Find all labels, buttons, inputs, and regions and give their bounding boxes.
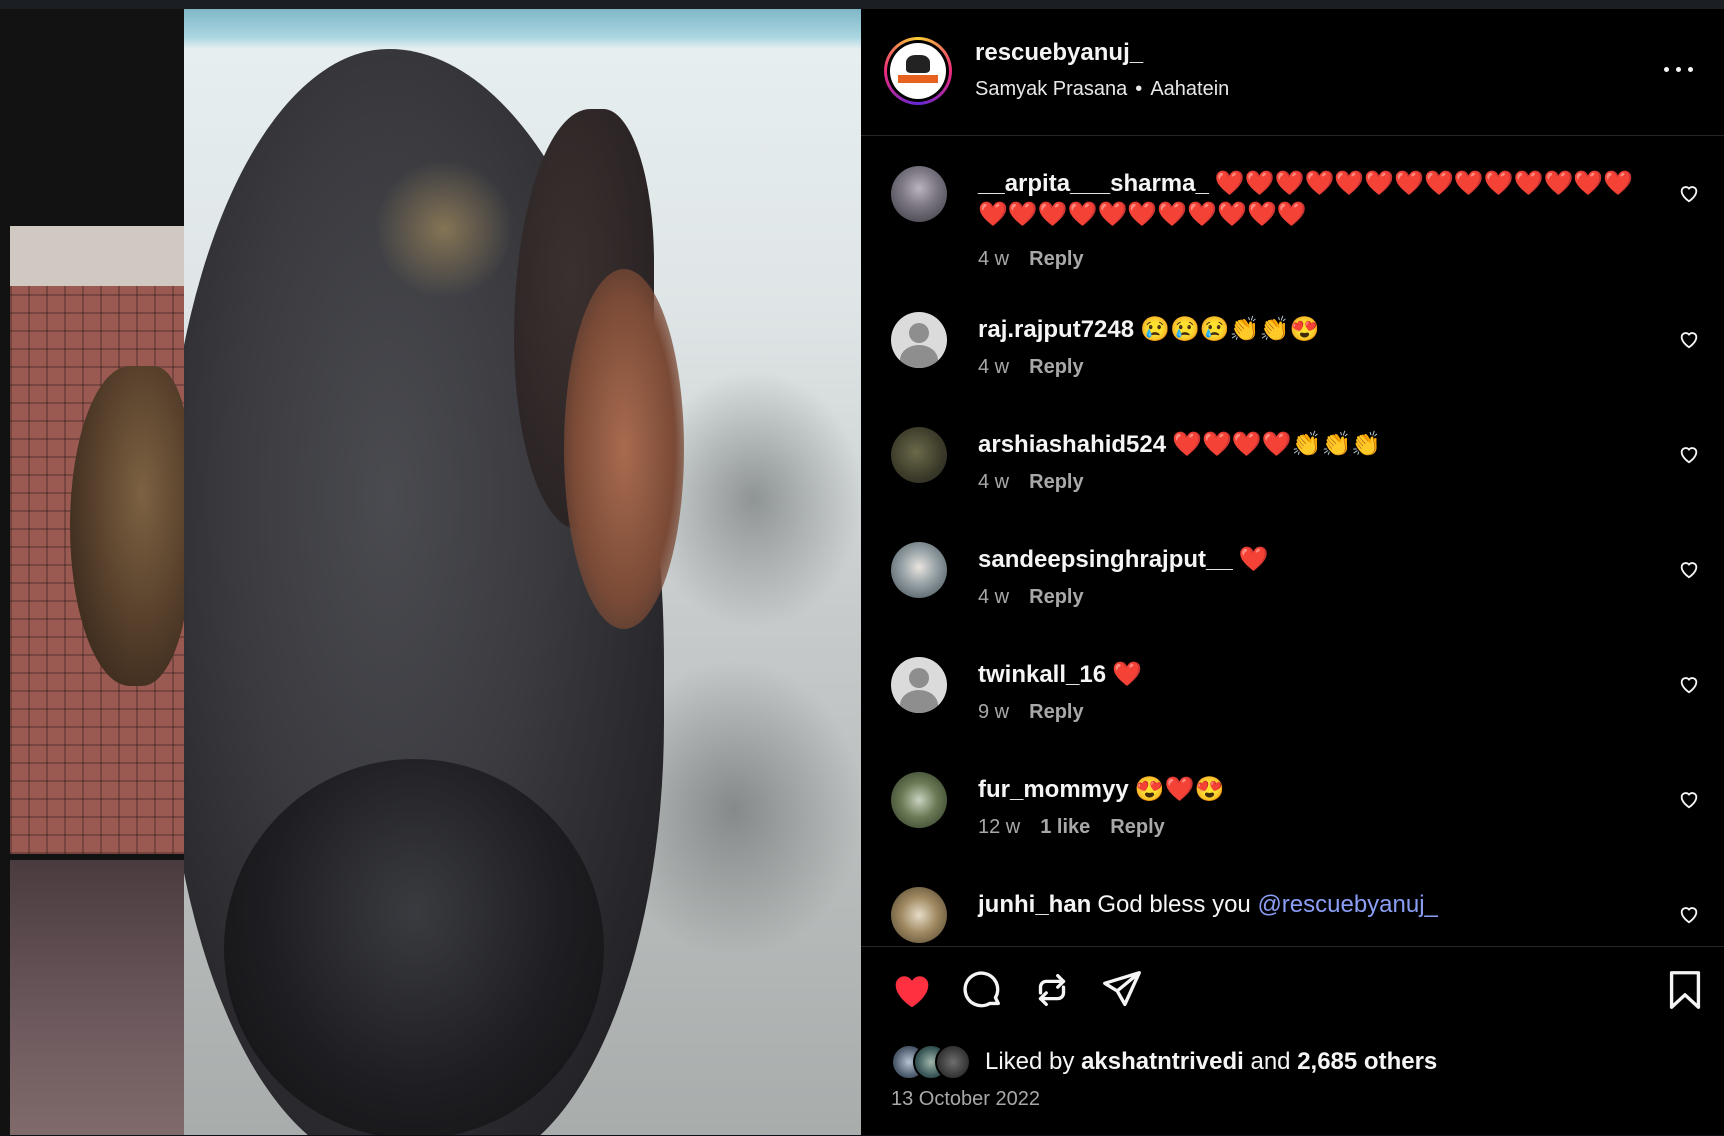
comment-like-heart-icon[interactable]	[1678, 788, 1700, 810]
feed-thumbnail[interactable]	[10, 226, 190, 854]
avatar-border	[887, 40, 949, 102]
post-side-panel: rescuebyanuj_ Samyak Prasana • Aahatein __…	[861, 9, 1724, 1135]
comment-meta: 9 w Reply	[978, 701, 1104, 724]
comment-username[interactable]: sandeepsinghrajput__	[978, 546, 1233, 573]
post-header: rescuebyanuj_ Samyak Prasana • Aahatein	[861, 9, 1724, 136]
comment-username[interactable]: junhi_han	[978, 891, 1091, 918]
liked-by-prefix: Liked by	[985, 1048, 1075, 1075]
comment-body: sandeepsinghrajput__ ❤️	[978, 544, 1634, 575]
reply-button[interactable]: Reply	[1029, 701, 1083, 723]
reply-button[interactable]: Reply	[1029, 586, 1083, 608]
comment-like-heart-icon[interactable]	[1678, 328, 1700, 350]
post-date[interactable]: 13 October 2022	[891, 1088, 1040, 1111]
comment-text: ❤️	[1238, 546, 1269, 573]
comment-mention-link[interactable]: @rescuebyanuj_	[1257, 891, 1437, 918]
thumbnail-caption-area	[10, 226, 185, 286]
more-horizontal-icon[interactable]	[1664, 61, 1698, 77]
thumbnail-dog-image	[70, 366, 190, 686]
dog-brow	[374, 159, 514, 299]
comment-text: ❤️	[1112, 661, 1142, 688]
dog-nose	[224, 759, 604, 1135]
comments-list[interactable]: __arpita___sharma_ ❤️❤️❤️❤️❤️❤️❤️❤️❤️❤️❤️…	[861, 136, 1724, 946]
comment-time[interactable]: 12 w	[978, 816, 1020, 838]
comment-meta: 4 w Reply	[978, 356, 1104, 379]
logo-band	[898, 75, 938, 83]
liked-by-joiner: and	[1250, 1048, 1291, 1075]
comment-like-heart-icon[interactable]	[1678, 182, 1700, 204]
comment-username[interactable]: __arpita___sharma_	[978, 170, 1209, 197]
heart-filled-icon[interactable]	[889, 967, 935, 1013]
feed-thumbnail[interactable]	[10, 860, 185, 1135]
author-avatar[interactable]	[884, 37, 952, 105]
comment-text: 😢😢😢👏👏😍	[1140, 316, 1320, 343]
author-username[interactable]: rescuebyanuj_	[975, 39, 1143, 67]
audio-track[interactable]: Aahatein	[1150, 78, 1229, 100]
bookmark-icon[interactable]	[1662, 967, 1708, 1013]
commenter-avatar[interactable]	[891, 542, 947, 598]
post-actions-bar: Liked by akshatntrivedi and 2,685 others…	[861, 946, 1724, 1136]
reply-button[interactable]: Reply	[1029, 471, 1083, 493]
comment-body: __arpita___sharma_ ❤️❤️❤️❤️❤️❤️❤️❤️❤️❤️❤️…	[978, 168, 1634, 230]
comment-body: fur_mommyy 😍❤️😍	[978, 774, 1634, 805]
liker-username[interactable]: akshatntrivedi	[1081, 1048, 1244, 1075]
comment-like-heart-icon[interactable]	[1678, 443, 1700, 465]
reply-button[interactable]: Reply	[1029, 248, 1083, 270]
comment-username[interactable]: arshiashahid524	[978, 431, 1166, 458]
comment-icon[interactable]	[959, 967, 1005, 1013]
comment-text: ❤️❤️❤️❤️👏👏👏	[1172, 431, 1382, 458]
repost-icon[interactable]	[1029, 967, 1075, 1013]
comment-time[interactable]: 4 w	[978, 471, 1009, 493]
comment-meta: 4 w Reply	[978, 471, 1104, 494]
comment-meta: 4 w Reply	[978, 248, 1104, 271]
reply-button[interactable]: Reply	[1029, 356, 1083, 378]
commenter-avatar[interactable]	[891, 772, 947, 828]
comment-text: 😍❤️😍	[1134, 776, 1225, 803]
commenter-avatar[interactable]	[891, 166, 947, 222]
commenter-avatar[interactable]	[891, 312, 947, 368]
liked-by-summary[interactable]: Liked by akshatntrivedi and 2,685 others	[985, 1048, 1437, 1076]
comment-time[interactable]: 4 w	[978, 356, 1009, 378]
liker-avatar[interactable]	[935, 1044, 971, 1080]
comment-time[interactable]: 4 w	[978, 248, 1009, 270]
comment-text: God bless you	[1097, 891, 1251, 918]
comment-likes-count[interactable]: 1 like	[1040, 816, 1090, 838]
comment-meta: 4 w Reply	[978, 586, 1104, 609]
commenter-avatar[interactable]	[891, 657, 947, 713]
comment-like-heart-icon[interactable]	[1678, 558, 1700, 580]
commenter-avatar[interactable]	[891, 427, 947, 483]
comment-body: junhi_han God bless you @rescuebyanuj_	[978, 889, 1634, 920]
others-count-link[interactable]: 2,685 others	[1297, 1048, 1437, 1075]
post-media-video[interactable]	[184, 9, 861, 1135]
comment-body: twinkall_16 ❤️	[978, 659, 1634, 690]
audio-attribution: Samyak Prasana • Aahatein	[975, 78, 1229, 101]
comment-username[interactable]: fur_mommyy	[978, 776, 1129, 803]
comment-username[interactable]: twinkall_16	[978, 661, 1106, 688]
comment-username[interactable]: raj.rajput7248	[978, 316, 1134, 343]
logo-mark	[906, 55, 930, 73]
comment-like-heart-icon[interactable]	[1678, 673, 1700, 695]
audio-artist[interactable]: Samyak Prasana	[975, 78, 1127, 100]
reply-button[interactable]: Reply	[1110, 816, 1164, 838]
separator-dot: •	[1135, 78, 1143, 100]
top-strip	[0, 0, 1724, 9]
comment-meta: 12 w 1 like Reply	[978, 816, 1185, 839]
comment-like-heart-icon[interactable]	[1678, 903, 1700, 925]
commenter-avatar[interactable]	[891, 887, 947, 943]
comment-time[interactable]: 4 w	[978, 586, 1009, 608]
comment-time[interactable]: 9 w	[978, 701, 1009, 723]
comment-body: raj.rajput7248 😢😢😢👏👏😍	[978, 314, 1634, 345]
share-icon[interactable]	[1099, 967, 1145, 1013]
dog-tan-marking	[564, 269, 684, 629]
comment-body: arshiashahid524 ❤️❤️❤️❤️👏👏👏	[978, 429, 1634, 460]
rescue-logo-icon	[890, 43, 946, 99]
